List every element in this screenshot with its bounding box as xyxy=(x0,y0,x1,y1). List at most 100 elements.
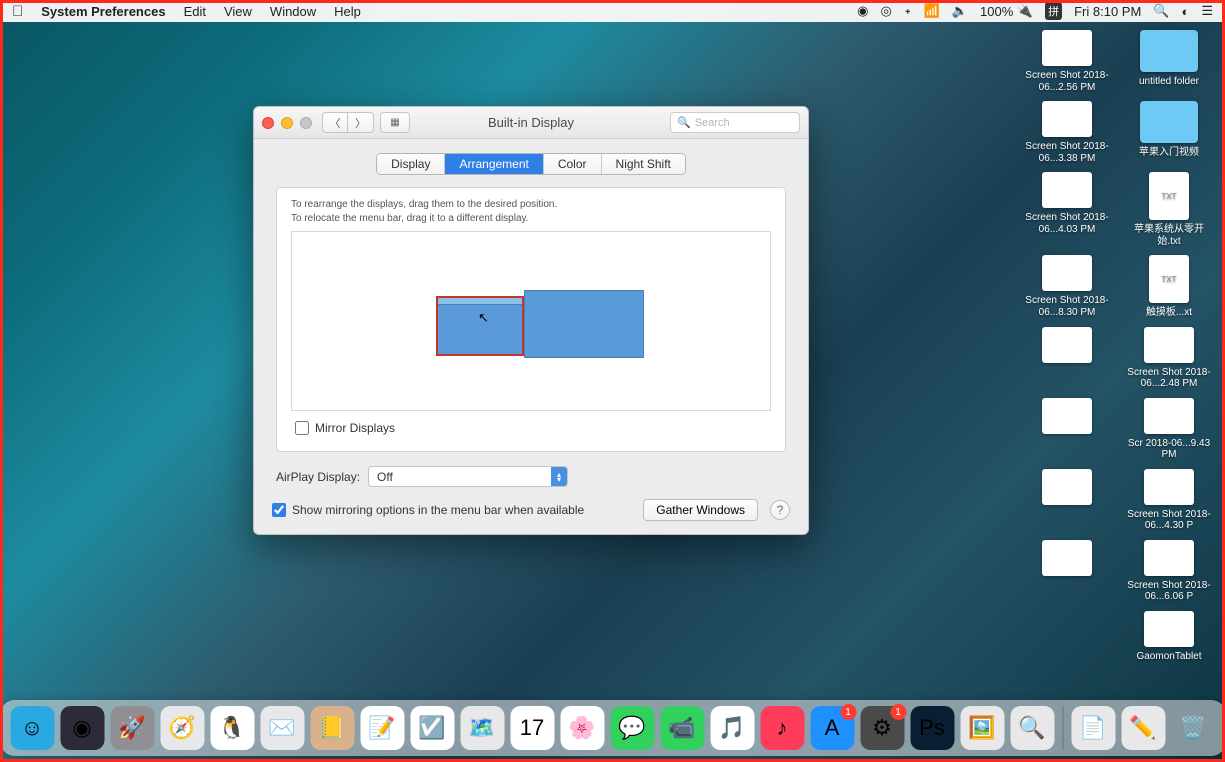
desktop-item[interactable]: Screen Shot 2018-06...2.56 PM xyxy=(1023,30,1111,93)
airplay-select[interactable]: Off ▴▾ xyxy=(368,466,568,487)
close-button[interactable] xyxy=(262,117,274,129)
desktop-item-label: GaomonTablet xyxy=(1136,651,1201,663)
dock-facetime[interactable]: 📹 xyxy=(660,706,704,750)
input-method-icon[interactable]: 拼 xyxy=(1045,2,1062,20)
dock-maps[interactable]: 🗺️ xyxy=(460,706,504,750)
show-mirroring-checkbox[interactable] xyxy=(272,503,286,517)
secondary-display[interactable] xyxy=(524,290,644,358)
window-titlebar[interactable]: 〈 〉 ▦ Built-in Display 🔍 Search xyxy=(254,107,808,139)
dock-trash[interactable]: 🗑️ xyxy=(1171,706,1215,750)
back-button[interactable]: 〈 xyxy=(322,112,348,133)
tab-display[interactable]: Display xyxy=(377,154,445,174)
bluetooth-icon[interactable]: ᛭ xyxy=(904,4,912,19)
dock-safari[interactable]: 🧭 xyxy=(160,706,204,750)
dock-reminders[interactable]: ☑️ xyxy=(410,706,454,750)
desktop-item-label: Screen Shot 2018-06...2.56 PM xyxy=(1023,70,1111,93)
dock-photos[interactable]: 🌸 xyxy=(560,706,604,750)
tab-arrangement[interactable]: Arrangement xyxy=(445,154,543,174)
desktop-item-label: Screen Shot 2018-06...4.03 PM xyxy=(1023,212,1111,235)
spotlight-icon[interactable]: 🔍 xyxy=(1153,3,1169,19)
gather-windows-button[interactable]: Gather Windows xyxy=(643,499,758,521)
desktop-item-label: untitled folder xyxy=(1139,76,1199,88)
mirror-displays-row[interactable]: Mirror Displays xyxy=(291,411,771,437)
dock-gaomon[interactable]: ✏️ xyxy=(1121,706,1165,750)
dock-appstore[interactable]: A1 xyxy=(810,706,854,750)
dock-photoshop[interactable]: Ps xyxy=(910,706,954,750)
menu-view[interactable]: View xyxy=(224,4,252,19)
dock-itunes[interactable]: 🎵 xyxy=(710,706,754,750)
zoom-button[interactable] xyxy=(300,117,312,129)
desktop-item[interactable]: Screen Shot 2018-06...3.38 PM xyxy=(1023,101,1111,164)
mirror-displays-label: Mirror Displays xyxy=(315,421,395,435)
tab-night-shift[interactable]: Night Shift xyxy=(602,154,685,174)
desktop-item[interactable]: Screen Shot 2018-06...6.06 P xyxy=(1125,540,1213,603)
img-icon xyxy=(1144,469,1194,505)
menu-edit[interactable]: Edit xyxy=(184,4,206,19)
battery-status[interactable]: 100% 🔌 xyxy=(980,3,1033,19)
desktop-item[interactable]: TXT苹果系统从零开始.txt xyxy=(1125,172,1213,247)
dock-contacts[interactable]: 📒 xyxy=(310,706,354,750)
recording-icon[interactable]: ◉ xyxy=(857,3,868,19)
menu-help[interactable]: Help xyxy=(334,4,361,19)
desktop-item[interactable]: GaomonTablet xyxy=(1125,611,1213,663)
mirror-displays-checkbox[interactable] xyxy=(295,421,309,435)
desktop-item[interactable]: 苹果入门视频 xyxy=(1125,101,1213,164)
img-icon xyxy=(1042,172,1092,208)
dock-preview[interactable]: 🖼️ xyxy=(960,706,1004,750)
dock-calendar[interactable]: 17 xyxy=(510,706,554,750)
primary-display[interactable] xyxy=(436,296,524,356)
accessibility-icon[interactable]: ◎ xyxy=(881,3,892,19)
app-menu[interactable]: System Preferences xyxy=(41,4,165,19)
desktop-icons: Screen Shot 2018-06...2.56 PM untitled fo… xyxy=(1023,30,1213,662)
app-icon xyxy=(1144,611,1194,647)
forward-button[interactable]: 〉 xyxy=(348,112,374,133)
desktop-item[interactable]: untitled folder xyxy=(1125,30,1213,93)
tab-bar: Display Arrangement Color Night Shift xyxy=(254,139,808,175)
desktop-item[interactable] xyxy=(1023,540,1111,603)
show-all-button[interactable]: ▦ xyxy=(380,112,410,133)
dock-texteditor[interactable]: 📄 xyxy=(1071,706,1115,750)
instruction-text: To rearrange the displays, drag them to … xyxy=(291,198,771,225)
dock-finder[interactable]: ☺ xyxy=(10,706,54,750)
notification-center-icon[interactable]: ☰ xyxy=(1201,3,1213,19)
search-icon: 🔍 xyxy=(677,116,691,129)
search-field[interactable]: 🔍 Search xyxy=(670,112,800,133)
volume-icon[interactable]: 🔈 xyxy=(952,3,968,19)
desktop-item-label: Scr 2018-06...9.43 PM xyxy=(1125,438,1213,461)
display-arrangement-canvas[interactable]: ↖ xyxy=(291,231,771,411)
desktop-item[interactable]: Screen Shot 2018-06...4.03 PM xyxy=(1023,172,1111,247)
show-mirroring-label: Show mirroring options in the menu bar w… xyxy=(292,503,584,517)
dock-search[interactable]: 🔍 xyxy=(1010,706,1054,750)
desktop-item-label: Screen Shot 2018-06...4.30 P xyxy=(1125,509,1213,532)
desktop-item[interactable] xyxy=(1023,327,1111,390)
dock-music[interactable]: ♪ xyxy=(760,706,804,750)
img-icon xyxy=(1144,540,1194,576)
dock-notes[interactable]: 📝 xyxy=(360,706,404,750)
dock-qq[interactable]: 🐧 xyxy=(210,706,254,750)
tab-color[interactable]: Color xyxy=(544,154,602,174)
txt-icon: TXT xyxy=(1149,172,1189,220)
dock-settings[interactable]: ⚙1 xyxy=(860,706,904,750)
desktop-item[interactable]: Screen Shot 2018-06...8.30 PM xyxy=(1023,255,1111,319)
clock[interactable]: Fri 8:10 PM xyxy=(1074,4,1141,19)
desktop-item-label: Screen Shot 2018-06...3.38 PM xyxy=(1023,141,1111,164)
desktop-item[interactable] xyxy=(1023,398,1111,461)
desktop-item[interactable] xyxy=(1023,469,1111,532)
help-button[interactable]: ? xyxy=(770,500,790,520)
desktop-item[interactable]: Screen Shot 2018-06...4.30 P xyxy=(1125,469,1213,532)
dock: ☺◉🚀🧭🐧✉️📒📝☑️🗺️17🌸💬📹🎵♪A1⚙1Ps🖼️🔍 📄✏️🗑️ xyxy=(0,700,1225,756)
wifi-icon[interactable]: 📶 xyxy=(924,3,940,19)
dock-siri[interactable]: ◉ xyxy=(60,706,104,750)
dock-launchpad[interactable]: 🚀 xyxy=(110,706,154,750)
apple-menu[interactable]:  xyxy=(12,3,23,20)
siri-icon[interactable]: ◐ xyxy=(1181,4,1189,19)
desktop-item[interactable]: TXT触摸板...xt xyxy=(1125,255,1213,319)
txt-icon: TXT xyxy=(1149,255,1189,303)
desktop-item[interactable]: Screen Shot 2018-06...2.48 PM xyxy=(1125,327,1213,390)
minimize-button[interactable] xyxy=(281,117,293,129)
dock-mail[interactable]: ✉️ xyxy=(260,706,304,750)
dock-messages[interactable]: 💬 xyxy=(610,706,654,750)
desktop-item[interactable]: Scr 2018-06...9.43 PM xyxy=(1125,398,1213,461)
desktop-item-label: 苹果入门视频 xyxy=(1139,147,1199,159)
menu-window[interactable]: Window xyxy=(270,4,316,19)
